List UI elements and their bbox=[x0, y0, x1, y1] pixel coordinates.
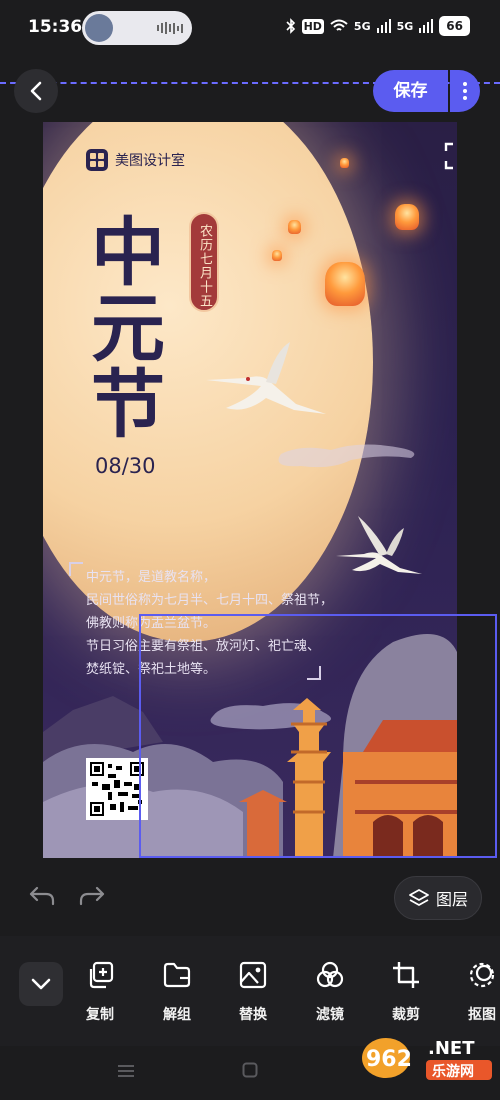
filter-icon bbox=[316, 961, 344, 988]
save-button[interactable]: 保存 bbox=[373, 70, 448, 112]
title-char-2[interactable]: 元 bbox=[91, 290, 165, 368]
tool-label: 抠图 bbox=[468, 1007, 496, 1023]
back-button[interactable] bbox=[14, 69, 58, 113]
title-char-1[interactable]: 中 bbox=[91, 214, 165, 292]
media-playback-pill[interactable] bbox=[82, 11, 192, 45]
tool-ungroup[interactable]: 解组 bbox=[152, 960, 202, 1024]
tool-cutout[interactable]: 抠图 bbox=[457, 960, 500, 1024]
lunar-date-badge[interactable]: 农历七月十五 bbox=[189, 212, 219, 312]
tool-label: 滤镜 bbox=[316, 1007, 344, 1023]
selection-box[interactable] bbox=[139, 614, 497, 858]
brand-icon bbox=[86, 149, 108, 171]
sky-lantern bbox=[288, 220, 301, 234]
tool-label: 解组 bbox=[163, 1007, 191, 1023]
signal-icon-a bbox=[376, 19, 391, 33]
layers-button[interactable]: 图层 bbox=[394, 876, 482, 920]
sky-lantern bbox=[272, 250, 282, 261]
tool-label: 替换 bbox=[239, 1007, 267, 1023]
sky-lantern-large bbox=[325, 262, 365, 306]
more-options-button[interactable] bbox=[450, 70, 480, 112]
sky-lantern bbox=[340, 158, 349, 168]
tool-copy[interactable]: 复制 bbox=[75, 960, 125, 1024]
poem-line: 民间世俗称为七月半、七月十四、祭祖节， bbox=[86, 593, 334, 608]
tool-filter[interactable]: 滤镜 bbox=[305, 960, 355, 1024]
tool-crop[interactable]: 裁剪 bbox=[381, 960, 431, 1024]
wifi-icon bbox=[330, 19, 348, 31]
cutout-icon bbox=[469, 962, 495, 988]
media-avatar bbox=[85, 14, 113, 42]
crane-illustration bbox=[206, 342, 326, 414]
network-5g-label-b: 5G bbox=[396, 19, 414, 33]
signal-icon-b bbox=[419, 19, 434, 33]
editor-screen: 15:36 HD 5G 5G 66 保存 美图设计室 中 元 节 08/30 农… bbox=[0, 0, 500, 1100]
bluetooth-icon bbox=[286, 18, 295, 34]
poem-line: 中元节，是道教名称， bbox=[86, 570, 217, 585]
battery-indicator: 66 bbox=[439, 16, 470, 36]
watermark-logo: 962 .NET 乐游网 bbox=[362, 1038, 492, 1080]
layers-label: 图层 bbox=[435, 890, 468, 909]
chevron-left-icon bbox=[30, 81, 42, 101]
tool-label: 复制 bbox=[86, 1007, 114, 1023]
poster-date[interactable]: 08/30 bbox=[95, 454, 156, 478]
undo-icon[interactable] bbox=[28, 884, 56, 908]
fullscreen-icon[interactable] bbox=[444, 142, 457, 170]
redo-icon[interactable] bbox=[78, 884, 106, 908]
collapse-toolbar-button[interactable] bbox=[19, 962, 63, 1006]
replace-image-icon bbox=[239, 961, 267, 989]
chevron-down-icon bbox=[31, 978, 51, 990]
poem-corner-top bbox=[69, 562, 83, 576]
home-icon[interactable] bbox=[242, 1062, 258, 1078]
brand-name: 美图设计室 bbox=[115, 153, 185, 169]
svg-text:962: 962 bbox=[366, 1047, 412, 1072]
menu-icon[interactable] bbox=[117, 1064, 135, 1078]
hd-badge: HD bbox=[301, 18, 324, 34]
title-char-3[interactable]: 节 bbox=[91, 366, 165, 444]
ungroup-folder-icon bbox=[163, 962, 191, 988]
copy-icon bbox=[89, 961, 114, 989]
sky-lantern bbox=[395, 204, 419, 230]
crop-icon bbox=[393, 962, 419, 988]
network-5g-label-a: 5G bbox=[353, 19, 371, 33]
svg-text:乐游网: 乐游网 bbox=[432, 1063, 474, 1080]
tool-replace[interactable]: 替换 bbox=[228, 960, 278, 1024]
brand-logo: 美图设计室 bbox=[86, 149, 185, 171]
svg-text:.NET: .NET bbox=[428, 1038, 475, 1059]
layers-icon bbox=[409, 889, 429, 906]
cloud-decoration bbox=[278, 444, 415, 468]
status-bar: 15:36 HD 5G 5G 66 bbox=[0, 0, 500, 56]
status-time: 15:36 bbox=[28, 17, 83, 37]
more-vertical-icon bbox=[463, 82, 467, 100]
site-watermark: 962 .NET 乐游网 bbox=[360, 1024, 496, 1086]
status-icons: HD 5G 5G 66 bbox=[286, 16, 470, 36]
tool-label: 裁剪 bbox=[392, 1007, 420, 1023]
audio-wave-icon bbox=[157, 22, 183, 34]
